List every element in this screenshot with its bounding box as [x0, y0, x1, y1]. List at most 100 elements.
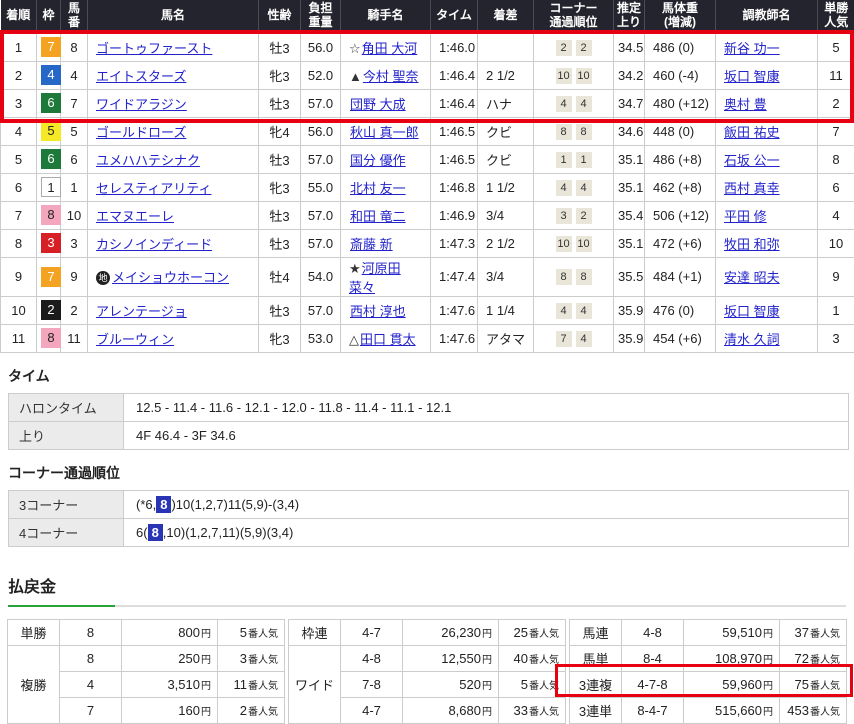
popularity-value: 37 [795, 625, 809, 640]
col-header-horse-number: 馬 番 [61, 0, 88, 33]
popularity-value: 453 [787, 703, 809, 718]
corner-order-cell: 44 [534, 173, 614, 201]
corner-position-4: 10 [576, 236, 592, 252]
margin: クビ [478, 145, 534, 173]
payout-amount: 800円 [122, 619, 218, 645]
horse-name-link[interactable]: メイショウホーコン [112, 270, 229, 285]
corner-order-cell: 44 [534, 89, 614, 117]
frame-number-badge: 3 [41, 233, 61, 253]
corner4-row: 4コーナー 6(8,10)(1,2,7,11)(5,9)(3,4) [9, 518, 849, 546]
trainer-name-link[interactable]: 平田 修 [724, 209, 767, 224]
jockey-cell: 秋山 真一郎 [341, 117, 431, 145]
frame-number-badge: 7 [41, 267, 61, 287]
jockey-cell: 斎藤 新 [341, 229, 431, 257]
finish-time: 1:46.9 [431, 201, 478, 229]
popularity-rank: 5番人気 [218, 619, 285, 645]
estimated-last3f: 35.1 [614, 229, 645, 257]
popularity-value: 5 [240, 625, 247, 640]
jockey-name-link[interactable]: 和田 竜二 [350, 209, 406, 224]
horse-name-cell: ゴートゥファースト [88, 33, 259, 61]
furlong-time-value: 12.5 - 11.4 - 11.6 - 12.1 - 12.0 - 11.8 … [124, 393, 849, 421]
sex-age: 牝3 [259, 324, 301, 352]
carried-weight: 57.0 [301, 229, 341, 257]
trainer-cell: 安達 昭夫 [716, 257, 818, 296]
yen-suffix: 円 [763, 681, 773, 692]
jockey-name-link[interactable]: 角田 大河 [362, 41, 418, 56]
jockey-name-link[interactable]: 団野 大成 [350, 97, 406, 112]
col-header-popularity: 単勝 人気 [818, 0, 854, 33]
result-row: 1 7 8 ゴートゥファースト 牡3 56.0 ☆角田 大河 1:46.0 22… [1, 33, 854, 61]
jockey-name-link[interactable]: 西村 淳也 [350, 304, 406, 319]
horse-name-link[interactable]: ワイドアラジン [96, 97, 187, 112]
popularity-rank: 5番人気 [499, 671, 566, 697]
payout-row: 枠連4-726,230円25番人気 [289, 619, 566, 645]
popularity-value: 5 [521, 677, 528, 692]
frame-number-badge: 7 [41, 37, 61, 57]
horse-name-link[interactable]: エマヌエーレ [96, 209, 174, 224]
payout-amount: 160円 [122, 697, 218, 723]
finish-position: 6 [1, 173, 37, 201]
col-header-trainer: 調教師名 [716, 0, 818, 33]
payout-tables-container: 単勝8800円5番人気複勝8250円3番人気43,510円11番人気7160円2… [7, 619, 847, 724]
trainer-name-link[interactable]: 牧田 和弥 [724, 237, 780, 252]
finish-position: 2 [1, 61, 37, 89]
horse-name-cell: アレンテージョ [88, 296, 259, 324]
trainer-cell: 石坂 公一 [716, 145, 818, 173]
yen-suffix: 円 [201, 629, 211, 640]
jockey-name-link[interactable]: 今村 聖奈 [363, 69, 419, 84]
horse-name-link[interactable]: ブルーウィン [96, 332, 174, 347]
trainer-cell: 清水 久詞 [716, 324, 818, 352]
trainer-name-link[interactable]: 坂口 智康 [724, 69, 780, 84]
trainer-name-link[interactable]: 奥村 豊 [724, 97, 767, 112]
apprentice-mark: ☆ [349, 41, 361, 56]
trainer-name-link[interactable]: 石坂 公一 [724, 153, 780, 168]
trainer-name-link[interactable]: 飯田 祐史 [724, 125, 780, 140]
corner3-label: 3コーナー [9, 490, 124, 518]
result-row: 8 3 3 カシノインディード 牡3 57.0 斎藤 新 1:47.3 2 1/… [1, 229, 854, 257]
corner-position-3: 1 [556, 152, 572, 168]
trainer-name-link[interactable]: 西村 真幸 [724, 181, 780, 196]
corner-position-4: 10 [576, 68, 592, 84]
trainer-name-link[interactable]: 安達 昭夫 [724, 270, 780, 285]
horse-name-link[interactable]: ゴートゥファースト [96, 41, 212, 56]
corner4-post: ,10)(1,2,7,11)(5,9)(3,4) [163, 525, 294, 540]
horse-name-link[interactable]: エイトスターズ [96, 69, 186, 84]
margin: 1 1/2 [478, 173, 534, 201]
horse-name-link[interactable]: ゴールドローズ [96, 125, 186, 140]
jockey-name-link[interactable]: 斎藤 新 [350, 237, 393, 252]
estimated-last3f: 35.4 [614, 201, 645, 229]
corner-position-4: 2 [576, 208, 592, 224]
corner-position-3: 10 [556, 236, 572, 252]
corner-order-cell: 88 [534, 117, 614, 145]
jockey-name-link[interactable]: 田口 貫太 [360, 332, 416, 347]
trainer-name-link[interactable]: 新谷 功一 [724, 41, 780, 56]
estimated-last3f: 35.1 [614, 173, 645, 201]
trainer-name-link[interactable]: 清水 久詞 [724, 332, 780, 347]
horse-name-link[interactable]: アレンテージョ [96, 304, 187, 319]
frame-cell: 4 [37, 61, 61, 89]
payout-amount: 108,970円 [684, 645, 780, 671]
carried-weight: 56.0 [301, 117, 341, 145]
popularity-suffix: 番人気 [248, 629, 278, 640]
col-header-jockey: 騎手名 [341, 0, 431, 33]
corner-position-4: 1 [576, 152, 592, 168]
horse-number: 9 [61, 257, 88, 296]
jockey-name-link[interactable]: 国分 優作 [350, 153, 406, 168]
horse-name-link[interactable]: ユメハハテシナク [96, 153, 200, 168]
trainer-cell: 坂口 智康 [716, 296, 818, 324]
jockey-name-link[interactable]: 秋山 真一郎 [350, 125, 419, 140]
payout-amount-value: 160 [178, 703, 200, 718]
jockey-name-link[interactable]: 北村 友一 [350, 181, 406, 196]
finish-time: 1:47.3 [431, 229, 478, 257]
result-row: 11 8 11 ブルーウィン 牝3 53.0 △田口 貫太 1:47.6 アタマ… [1, 324, 854, 352]
trainer-name-link[interactable]: 坂口 智康 [724, 304, 780, 319]
finish-time: 1:46.0 [431, 33, 478, 61]
corner-position-3: 10 [556, 68, 572, 84]
horse-name-link[interactable]: カシノインディード [96, 237, 212, 252]
yen-suffix: 円 [763, 629, 773, 640]
payout-amount-value: 108,970 [715, 651, 762, 666]
trainer-cell: 新谷 功一 [716, 33, 818, 61]
horse-name-link[interactable]: セレスティアリティ [96, 181, 211, 196]
popularity-value: 72 [795, 651, 809, 666]
jockey-cell: ▲今村 聖奈 [341, 61, 431, 89]
